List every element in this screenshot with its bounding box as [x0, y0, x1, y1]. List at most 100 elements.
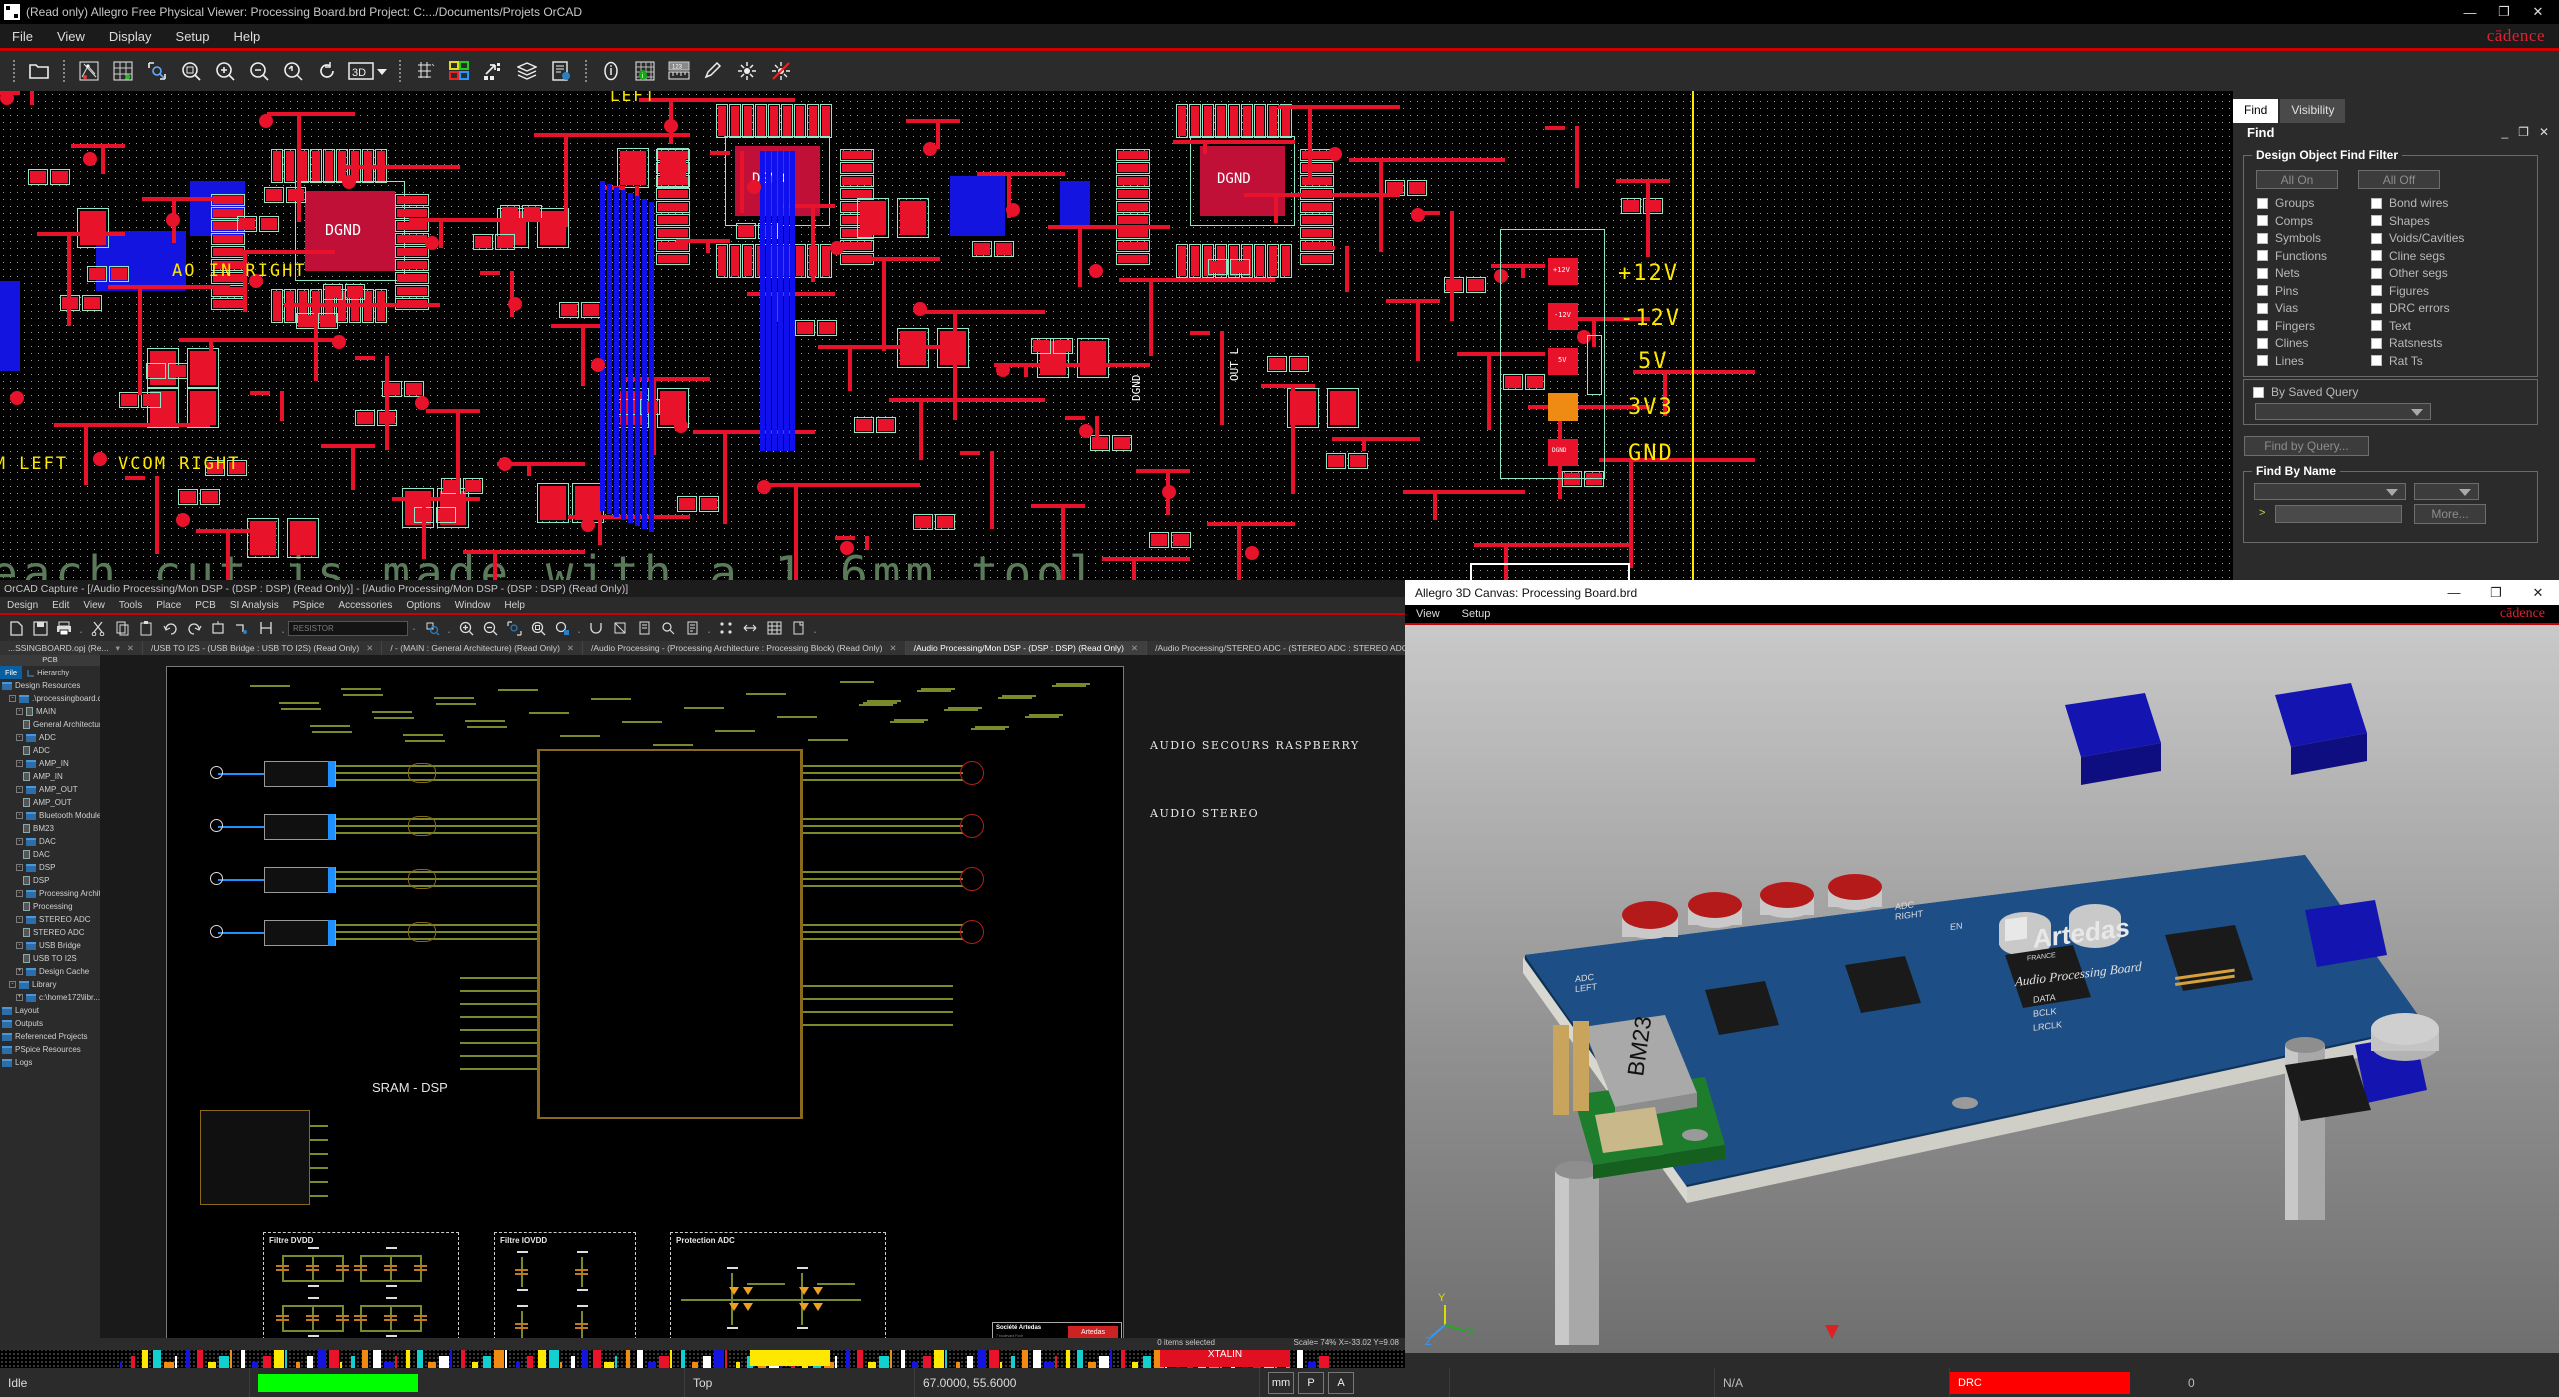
page-props-icon[interactable] [788, 618, 808, 638]
maximize-icon[interactable]: ❐ [2487, 1, 2521, 23]
net-alias-icon[interactable] [610, 618, 630, 638]
zoom-in-icon[interactable] [456, 618, 476, 638]
filter-voids-cavities[interactable]: Voids/Cavities [2371, 231, 2464, 245]
menu-edit[interactable]: Edit [45, 600, 76, 611]
close-icon[interactable]: ✕ [567, 643, 574, 654]
tree-item[interactable]: - DAC [0, 835, 100, 848]
dehighlight-all-icon[interactable] [766, 56, 796, 86]
refresh-icon[interactable] [312, 56, 342, 86]
close-icon[interactable]: ✕ [1131, 643, 1138, 654]
filter-ratsnests[interactable]: Ratsnests [2371, 336, 2464, 350]
checkbox[interactable] [2371, 232, 2382, 244]
saved-query-dropdown[interactable] [2255, 403, 2431, 420]
zoom-in-icon[interactable] [210, 56, 240, 86]
checkbox[interactable] [2371, 267, 2382, 279]
tree-item[interactable]: AMP_OUT [0, 796, 100, 809]
tree-body[interactable]: Design Resources - .\processingboard.dsn - M… [0, 679, 100, 1069]
expand-icon[interactable]: + [16, 968, 23, 975]
subclass-icon[interactable]: i [630, 56, 660, 86]
document-tab[interactable]: /USB TO I2S - (USB Bridge : USB TO I2S) … [143, 641, 383, 655]
grid-display-icon[interactable] [108, 56, 138, 86]
close-icon[interactable]: ✕ [890, 643, 897, 654]
checkbox[interactable] [2371, 197, 2382, 209]
checkbox[interactable] [2257, 215, 2268, 226]
print-icon[interactable] [54, 618, 74, 638]
grid-icon[interactable] [764, 618, 784, 638]
menu-accessories[interactable]: Accessories [331, 600, 399, 611]
filter-functions[interactable]: Functions [2257, 249, 2327, 263]
tree-item[interactable]: - MAIN [0, 705, 100, 718]
tree-tab-file[interactable]: File [0, 666, 23, 679]
tree-item[interactable]: BM23 [0, 822, 100, 835]
menu-view[interactable]: View [76, 600, 112, 611]
menu-view[interactable]: View [1405, 608, 1451, 620]
tree-item[interactable]: - AMP_IN [0, 757, 100, 770]
by-saved-query-row[interactable]: By Saved Query [2253, 385, 2358, 399]
place-bus-icon[interactable] [256, 618, 276, 638]
place-wire-icon[interactable] [232, 618, 252, 638]
properties-icon[interactable] [546, 56, 576, 86]
collapse-icon[interactable]: - [16, 812, 23, 819]
collapse-icon[interactable]: - [16, 838, 23, 845]
collapse-icon[interactable]: - [9, 981, 16, 988]
close-icon[interactable]: ✕ [366, 643, 373, 654]
collapse-icon[interactable]: - [16, 890, 23, 897]
tree-item[interactable]: General Architecture [0, 718, 100, 731]
world-view-strip[interactable]: XTALIN [0, 1348, 1405, 1368]
schematic-block-filtre-iovdd[interactable]: Filtre IOVDD [494, 1232, 636, 1355]
cut-icon[interactable] [88, 618, 108, 638]
checkbox[interactable] [2257, 320, 2268, 331]
place-part-icon[interactable] [208, 618, 228, 638]
tree-item[interactable]: Logs [0, 1056, 100, 1069]
collapse-icon[interactable]: - [9, 695, 16, 702]
minimize-icon[interactable]: — [2453, 1, 2487, 23]
junction-icon[interactable] [586, 618, 606, 638]
menu-tools[interactable]: Tools [112, 600, 149, 611]
menu-pcb[interactable]: PCB [188, 600, 223, 611]
filter-groups[interactable]: Groups [2257, 196, 2327, 210]
zoom-area-icon[interactable] [504, 618, 524, 638]
menu-setup[interactable]: Setup [164, 29, 222, 44]
menu-place[interactable]: Place [149, 600, 188, 611]
tab-visibility[interactable]: Visibility [2280, 99, 2346, 123]
menu-pspice[interactable]: PSpice [286, 600, 332, 611]
part-combo[interactable]: RESISTOR [288, 620, 408, 636]
tree-tab-hierarchy[interactable]: Hierarchy [22, 666, 74, 679]
checkbox[interactable] [2257, 302, 2268, 314]
filter-fingers[interactable]: Fingers [2257, 319, 2327, 333]
ratsnest-icon[interactable] [74, 56, 104, 86]
zoom-select-icon[interactable] [552, 618, 572, 638]
find-by-query-button[interactable]: Find by Query... [2244, 436, 2369, 456]
tree-item[interactable]: + Design Cache [0, 965, 100, 978]
checkbox[interactable] [2257, 267, 2268, 279]
filter-vias[interactable]: Vias [2257, 301, 2327, 315]
tree-item[interactable]: Processing [0, 900, 100, 913]
filter-shapes[interactable]: Shapes [2371, 214, 2464, 228]
tree-item[interactable]: ADC [0, 744, 100, 757]
menu-file[interactable]: File [0, 29, 45, 44]
dropdown-arrow-icon[interactable]: · [410, 618, 418, 638]
filter-cline-segs[interactable]: Cline segs [2371, 249, 2464, 263]
checkbox[interactable] [2371, 250, 2382, 261]
filter-nets[interactable]: Nets [2257, 266, 2327, 280]
tree-item[interactable]: - .\processingboard.dsn [0, 692, 100, 705]
close-icon[interactable]: ✕ [127, 643, 134, 654]
measure-icon[interactable]: 123 [664, 56, 694, 86]
filter-pins[interactable]: Pins [2257, 284, 2327, 298]
save-icon[interactable] [30, 618, 50, 638]
filter-symbols[interactable]: Symbols [2257, 231, 2327, 245]
angle-mode-button[interactable]: A [1328, 1371, 1354, 1394]
tree-item[interactable]: - USB Bridge [0, 939, 100, 952]
tree-item[interactable]: - STEREO ADC [0, 913, 100, 926]
chevron-down-icon[interactable]: ▾ [116, 643, 120, 654]
close-icon[interactable]: ✕ [2517, 580, 2559, 605]
dehighlight-icon[interactable] [732, 56, 762, 86]
checkbox[interactable] [2371, 355, 2382, 366]
zoom-out-icon[interactable] [244, 56, 274, 86]
checkbox[interactable] [2257, 337, 2268, 349]
copy-icon[interactable] [112, 618, 132, 638]
more-button[interactable]: More... [2414, 504, 2486, 524]
paste-icon[interactable] [136, 618, 156, 638]
netlist-icon[interactable] [716, 618, 736, 638]
highlight-icon[interactable] [698, 56, 728, 86]
